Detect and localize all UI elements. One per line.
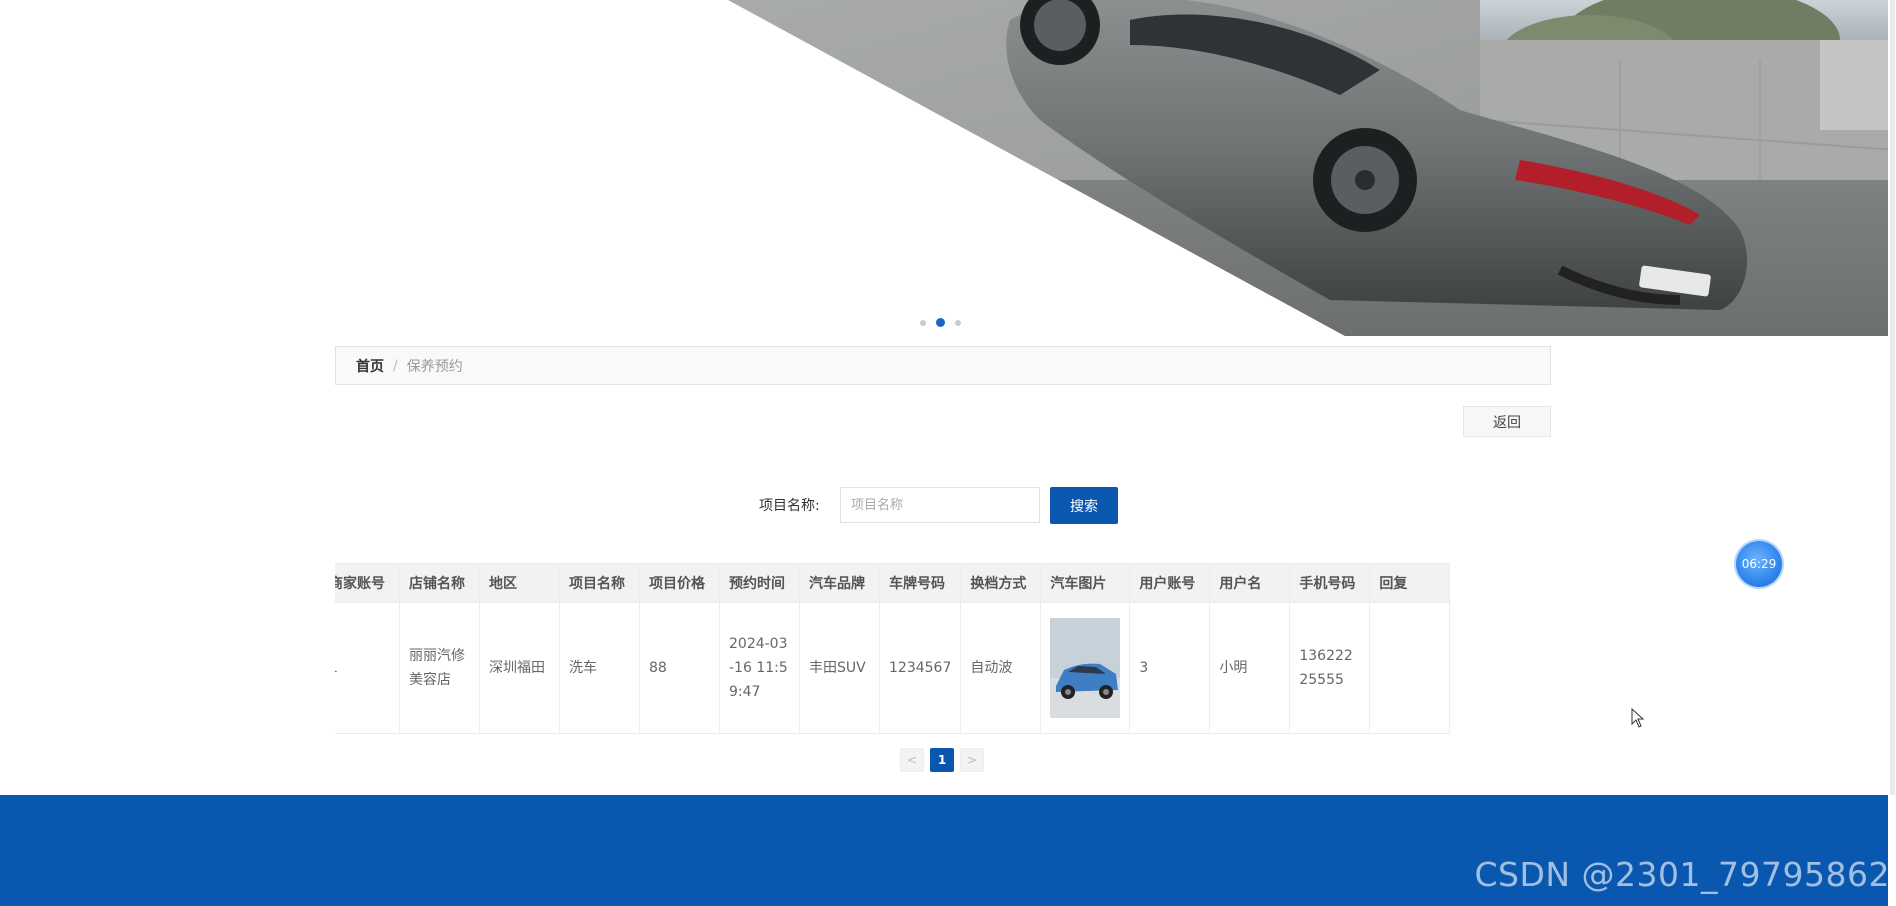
search-input[interactable] — [840, 487, 1040, 523]
floating-timer-badge[interactable]: 06:29 — [1736, 541, 1782, 587]
cell-car-image — [1040, 602, 1131, 734]
page: 首页 / 保养预约 返回 项目名称: 搜索 号 商家账号 店铺名称 地区 项目名… — [0, 0, 1896, 906]
appointments-table: 号 商家账号 店铺名称 地区 项目名称 项目价格 预约时间 汽车品牌 车牌号码 … — [335, 563, 1451, 734]
cell-project-price: 88 — [639, 602, 720, 734]
table-row: 1 丽丽汽修美容店 深圳福田 洗车 88 2024-03-16 11:59:47… — [335, 602, 1451, 734]
column-header: 汽车图片 — [1040, 563, 1131, 603]
cell-shop-name: 丽丽汽修美容店 — [399, 602, 480, 734]
breadcrumb-home-link[interactable]: 首页 — [356, 356, 384, 376]
column-header: 手机号码 — [1289, 563, 1371, 603]
cell-user-account: 3 — [1129, 602, 1211, 734]
column-header: 回复 — [1369, 563, 1451, 603]
watermark-text: CSDN @2301_79795862 — [1474, 855, 1890, 894]
cell-phone: 13622225555 — [1289, 602, 1371, 734]
cell-appointment-time: 2024-03-16 11:59:47 — [719, 602, 800, 734]
breadcrumb-separator: / — [393, 357, 398, 374]
footer: CSDN @2301_79795862 — [0, 795, 1896, 906]
breadcrumb-current: 保养预约 — [406, 358, 463, 375]
carousel-dot-3[interactable] — [955, 319, 961, 326]
column-header: 汽车品牌 — [799, 563, 880, 603]
back-button[interactable]: 返回 — [1463, 406, 1551, 437]
cell-merchant-account: 1 — [335, 602, 400, 734]
next-page-button[interactable]: > — [960, 748, 984, 772]
column-header: 换档方式 — [960, 563, 1042, 603]
banner-car-image — [728, 0, 1896, 336]
breadcrumb: 首页 / 保养预约 — [335, 346, 1551, 385]
carousel-dots — [920, 318, 961, 327]
table-container[interactable]: 号 商家账号 店铺名称 地区 项目名称 项目价格 预约时间 汽车品牌 车牌号码 … — [335, 563, 1551, 734]
cell-car-brand: 丰田SUV — [799, 602, 880, 734]
cell-region: 深圳福田 — [479, 602, 560, 734]
column-header: 预约时间 — [719, 563, 800, 603]
column-header: 用户名 — [1209, 563, 1291, 603]
column-header: 店铺名称 — [399, 563, 480, 603]
search-label: 项目名称: — [759, 498, 820, 514]
column-header: 地区 — [479, 563, 560, 603]
column-header: 项目名称 — [559, 563, 640, 603]
scrollbar-thumb[interactable] — [1890, 0, 1895, 795]
pagination: < 1 > — [900, 748, 984, 772]
search-button[interactable]: 搜索 — [1050, 487, 1118, 524]
column-header: 用户账号 — [1129, 563, 1211, 603]
cell-project-name: 洗车 — [559, 602, 640, 734]
column-header: 商家账号 — [335, 563, 400, 603]
prev-page-button[interactable]: < — [900, 748, 924, 772]
column-header: 项目价格 — [639, 563, 720, 603]
cell-transmission: 自动波 — [960, 602, 1042, 734]
banner-carousel[interactable] — [0, 0, 1896, 336]
carousel-dot-1[interactable] — [920, 319, 926, 326]
page-number-button[interactable]: 1 — [930, 748, 954, 772]
carousel-dot-2[interactable] — [936, 318, 945, 327]
table-header-row: 号 商家账号 店铺名称 地区 项目名称 项目价格 预约时间 汽车品牌 车牌号码 … — [335, 563, 1451, 603]
car-thumbnail-image[interactable] — [1050, 618, 1121, 718]
cell-reply — [1369, 602, 1451, 734]
cell-username: 小明 — [1209, 602, 1291, 734]
mouse-cursor-icon — [1631, 708, 1645, 728]
cell-plate-number: 1234567 — [878, 602, 962, 734]
column-header: 车牌号码 — [878, 563, 962, 603]
